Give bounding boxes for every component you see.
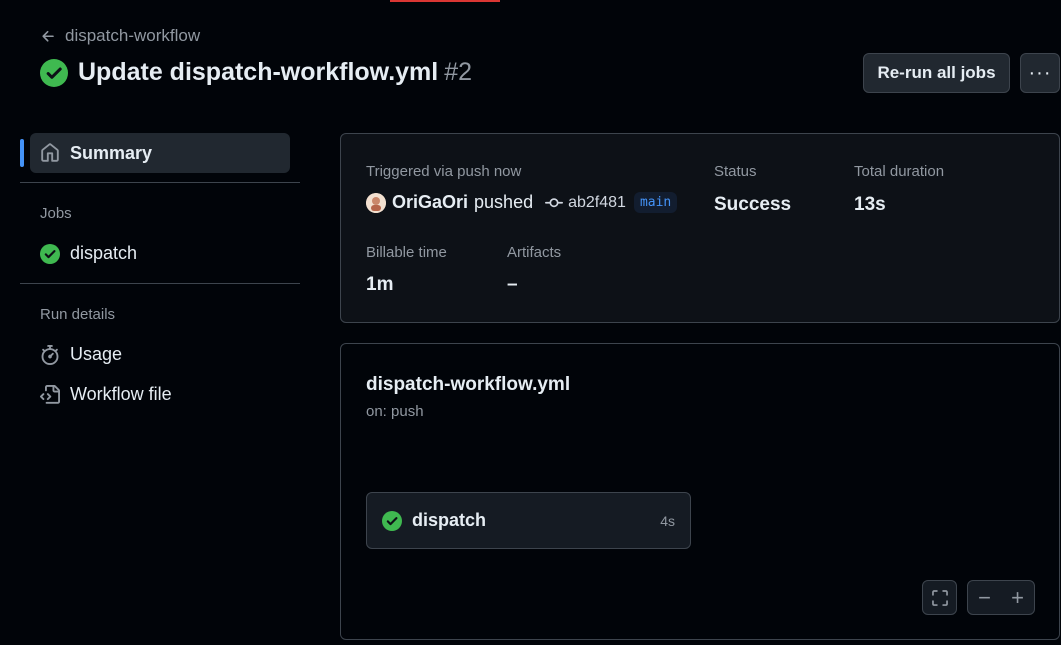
avatar[interactable] [366, 192, 386, 213]
artifacts-label: Artifacts [507, 244, 562, 261]
job-card-name: dispatch [412, 510, 487, 530]
artifacts-value: – [507, 274, 518, 295]
page-title: Update dispatch-workflow.yml #2 [40, 58, 472, 87]
fullscreen-button[interactable] [922, 580, 957, 615]
trigger-details: OriGaOri pushed ab2f481 main [366, 192, 678, 213]
commit-link[interactable]: ab2f481 [545, 194, 626, 212]
sidebar-item-workflow-file[interactable]: Workflow file [40, 384, 172, 405]
git-commit-icon [545, 197, 564, 207]
status-value: Success [714, 194, 792, 215]
workflow-trigger: on: push [366, 403, 424, 420]
status-label: Status [714, 163, 757, 180]
job-card-dispatch[interactable]: dispatch 4s [366, 492, 691, 549]
run-title: Update dispatch-workflow.yml #2 [78, 58, 472, 87]
run-summary-panel: Triggered via push now OriGaOri pushed a… [340, 133, 1060, 323]
top-progress-accent [390, 0, 500, 2]
trigger-action: pushed [474, 192, 534, 212]
sidebar-item-usage-label: Usage [70, 344, 123, 364]
billable-label: Billable time [366, 244, 447, 261]
stopwatch-icon [41, 344, 59, 365]
check-circle-fill-icon [382, 510, 402, 531]
kebab-icon: ··· [1028, 61, 1052, 84]
sidebar-divider [20, 182, 300, 183]
check-circle-fill-icon [40, 243, 60, 264]
zoom-controls: − + [967, 580, 1035, 615]
trigger-label: Triggered via push now [366, 163, 522, 180]
home-icon [40, 143, 60, 163]
rerun-all-jobs-button[interactable]: Re-run all jobs [863, 53, 1010, 93]
arrow-left-icon [42, 30, 54, 42]
sidebar-divider [20, 283, 300, 284]
file-code-icon [40, 384, 60, 404]
back-to-workflow-link[interactable]: dispatch-workflow [40, 26, 200, 46]
workflow-file-name[interactable]: dispatch-workflow.yml [366, 374, 570, 396]
run-title-text: Update dispatch-workflow.yml [78, 58, 439, 86]
jobs-heading: Jobs [40, 205, 72, 222]
sidebar-item-workflow-file-label: Workflow file [70, 384, 172, 404]
sidebar-job-label: dispatch [70, 243, 138, 263]
sidebar-item-summary[interactable]: Summary [20, 133, 290, 173]
more-options-button[interactable]: ··· [1020, 53, 1060, 93]
run-number: #2 [444, 58, 473, 86]
job-card-duration: 4s [660, 512, 675, 529]
branch-badge[interactable]: main [633, 192, 678, 213]
duration-value: 13s [854, 194, 886, 215]
billable-value: 1m [366, 274, 394, 295]
check-circle-fill-icon [40, 58, 68, 87]
sidebar-item-job-dispatch[interactable]: dispatch [40, 243, 137, 264]
zoom-in-button[interactable]: + [1001, 581, 1034, 614]
workflow-graph-panel: dispatch-workflow.yml on: push dispatch … [340, 343, 1060, 640]
run-details-heading: Run details [40, 306, 116, 323]
sidebar-item-usage[interactable]: Usage [40, 344, 122, 365]
commit-sha: ab2f481 [568, 193, 626, 211]
actor-username[interactable]: OriGaOri [392, 192, 468, 213]
zoom-out-button[interactable]: − [968, 581, 1001, 614]
fullscreen-icon [931, 589, 948, 606]
sidebar-item-summary-label: Summary [70, 142, 153, 163]
back-link-label: dispatch-workflow [65, 26, 201, 45]
duration-label: Total duration [854, 163, 945, 180]
